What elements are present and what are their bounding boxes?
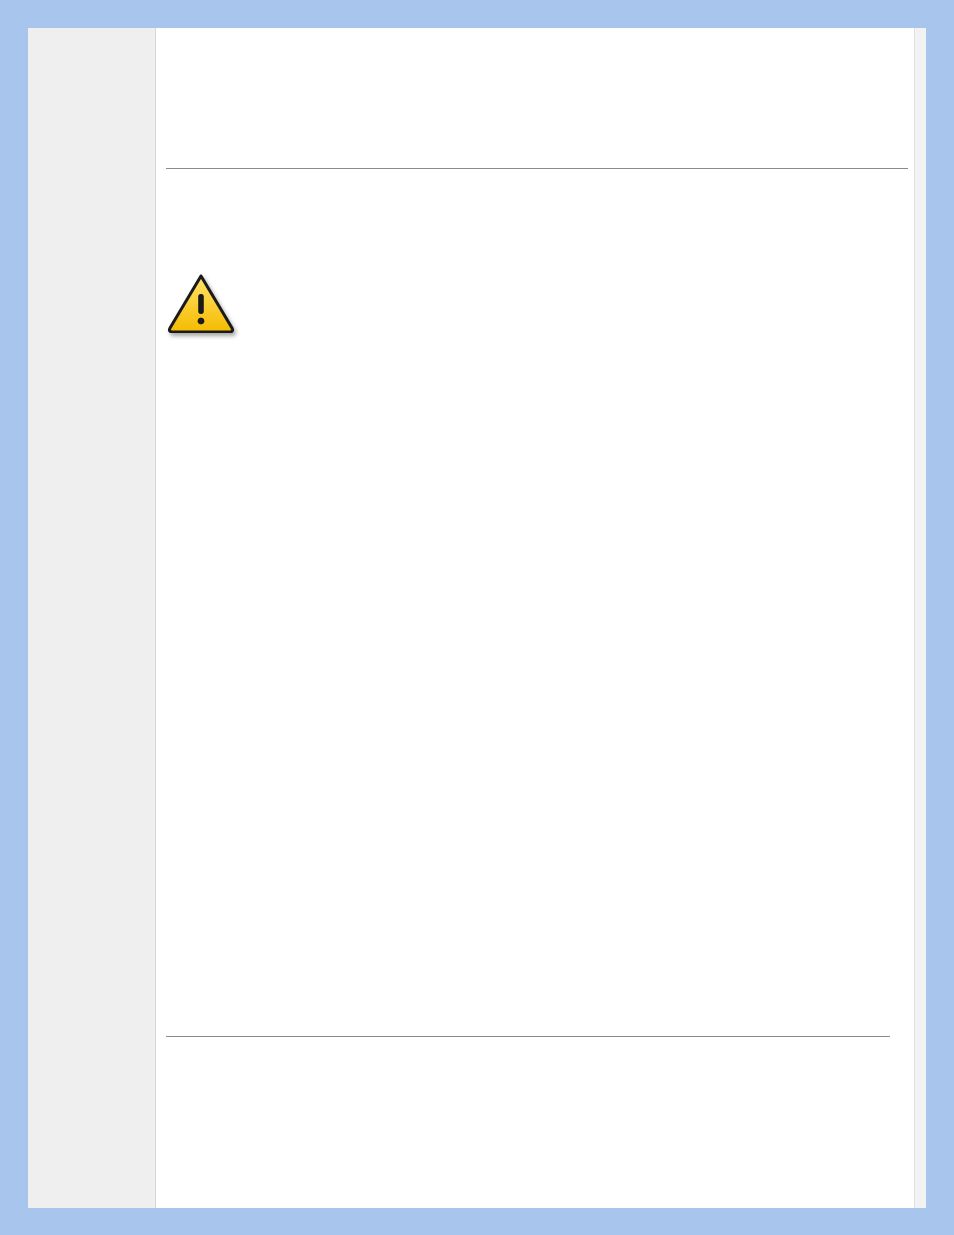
footer-divider <box>166 1036 890 1037</box>
warning-icon <box>166 273 236 333</box>
document-page <box>28 28 926 1208</box>
footer-divider-wrap <box>156 1036 908 1037</box>
header-spacer <box>156 28 926 168</box>
header-divider <box>166 168 908 169</box>
right-scroll-gutter <box>914 28 926 1208</box>
document-content-area <box>156 28 926 1208</box>
left-margin-sidebar <box>28 28 156 1208</box>
warning-block <box>156 273 926 338</box>
